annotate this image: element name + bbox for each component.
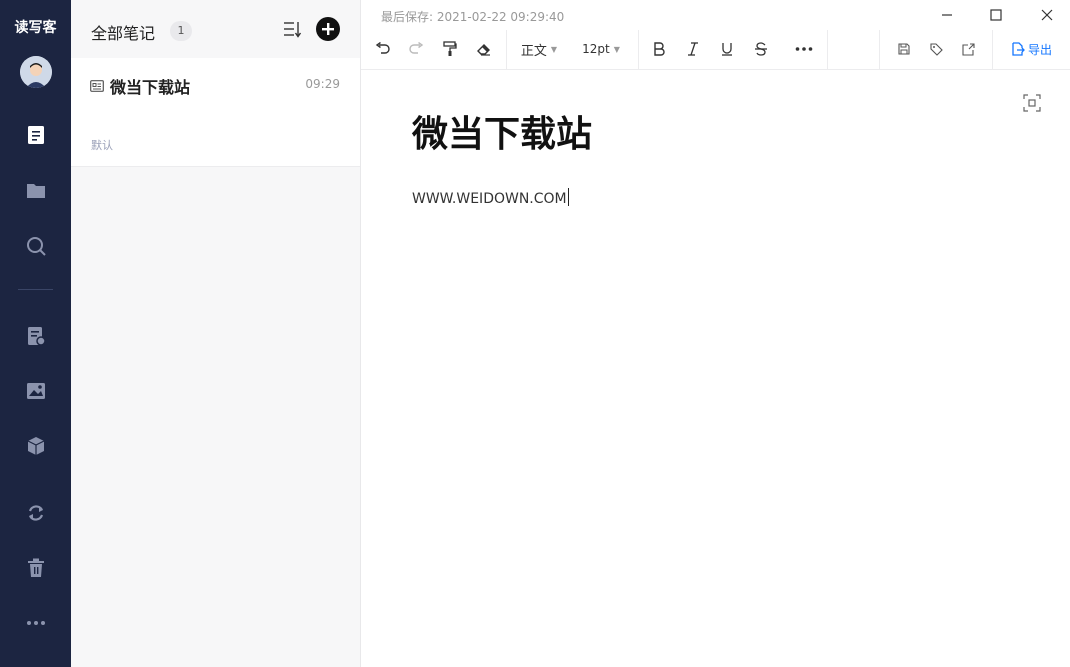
export-icon xyxy=(1012,42,1025,56)
share-icon xyxy=(961,42,975,56)
save-icon xyxy=(898,43,910,55)
document-body[interactable]: WWW.WEIDOWN.COM xyxy=(412,188,569,207)
nav-more[interactable] xyxy=(20,607,52,639)
underline-icon xyxy=(722,43,732,56)
more-icon xyxy=(27,621,45,625)
nav-notes[interactable] xyxy=(20,119,52,151)
close-icon xyxy=(1041,9,1053,21)
chevron-down-icon: ▼ xyxy=(613,44,620,54)
note-comment-icon xyxy=(28,327,46,346)
close-button[interactable] xyxy=(1033,4,1061,26)
minimize-button[interactable] xyxy=(933,4,961,26)
note-title: 微当下载站 xyxy=(110,78,191,97)
folder-icon xyxy=(27,184,45,198)
cube-icon xyxy=(27,437,45,455)
nav-sync[interactable] xyxy=(20,497,52,529)
app-logo: 读写客 xyxy=(14,20,57,36)
more-format-button[interactable] xyxy=(793,38,815,60)
export-button[interactable]: 导出 xyxy=(1009,38,1055,60)
minimize-icon xyxy=(942,14,952,16)
undo-icon xyxy=(375,42,390,54)
fullscreen-icon xyxy=(1023,94,1041,112)
search-icon xyxy=(27,237,46,256)
italic-icon xyxy=(688,42,698,56)
note-list-title: 全部笔记 xyxy=(91,24,156,43)
note-list-header: 全部笔记 1 xyxy=(71,0,360,58)
nav-images[interactable] xyxy=(20,375,52,407)
paragraph-style-label: 正文 xyxy=(520,43,547,59)
note-folder-tag: 默认 xyxy=(91,139,113,152)
underline-button[interactable] xyxy=(717,38,737,60)
export-label: 导出 xyxy=(1027,42,1052,57)
rail-divider xyxy=(18,289,53,290)
format-painter-button[interactable] xyxy=(440,38,460,60)
maximize-button[interactable] xyxy=(982,4,1010,26)
clear-format-button[interactable] xyxy=(474,38,494,60)
note-icon xyxy=(28,126,44,144)
toolbar-divider xyxy=(992,30,993,69)
left-nav-rail: 读写客 xyxy=(0,0,71,667)
italic-button[interactable] xyxy=(683,38,703,60)
add-note-button[interactable] xyxy=(316,17,340,41)
document-icon xyxy=(90,79,104,93)
sync-icon xyxy=(28,505,44,521)
list-item[interactable]: 微当下载站 09:29 默认 xyxy=(71,58,360,167)
nav-note-comment[interactable] xyxy=(20,320,52,352)
note-count-badge: 1 xyxy=(170,21,192,41)
paragraph-style-select[interactable]: 正文 ▼ xyxy=(519,38,559,60)
redo-icon xyxy=(409,42,424,54)
text-cursor xyxy=(567,188,569,206)
document-body-text: WWW.WEIDOWN.COM xyxy=(412,191,567,207)
editor-pane: 最后保存: 2021-02-22 09:29:40 正文 ▼ 12pt ▼ 导出… xyxy=(361,0,1070,667)
nav-search[interactable] xyxy=(20,230,52,262)
format-painter-icon xyxy=(443,41,457,56)
bold-button[interactable] xyxy=(649,38,669,60)
nav-folders[interactable] xyxy=(20,174,52,206)
save-button[interactable] xyxy=(894,38,914,60)
toolbar-divider xyxy=(827,30,828,69)
note-time: 09:29 xyxy=(305,77,340,91)
chevron-down-icon: ▼ xyxy=(550,44,558,54)
sort-button[interactable] xyxy=(282,19,302,39)
trash-icon xyxy=(28,558,44,577)
toolbar-divider xyxy=(506,30,507,69)
strikethrough-icon xyxy=(755,42,767,56)
avatar[interactable] xyxy=(20,56,52,88)
toolbar-divider xyxy=(638,30,639,69)
plus-icon xyxy=(322,23,334,35)
nav-packages[interactable] xyxy=(20,430,52,462)
strikethrough-button[interactable] xyxy=(751,38,771,60)
tag-button[interactable] xyxy=(926,38,946,60)
fullscreen-button[interactable] xyxy=(1023,94,1041,112)
more-icon xyxy=(795,47,813,51)
nav-trash[interactable] xyxy=(20,552,52,584)
maximize-icon xyxy=(990,9,1002,21)
avatar-icon xyxy=(20,56,52,88)
undo-button[interactable] xyxy=(373,38,393,60)
editor-toolbar: 正文 ▼ 12pt ▼ 导出 xyxy=(361,30,1070,70)
eraser-icon xyxy=(477,44,490,56)
save-status: 最后保存: 2021-02-22 09:29:40 xyxy=(381,10,565,24)
font-size-select[interactable]: 12pt ▼ xyxy=(581,38,621,60)
sort-icon xyxy=(284,22,302,38)
toolbar-divider xyxy=(879,30,880,69)
image-icon xyxy=(27,383,45,399)
tag-icon xyxy=(929,42,943,56)
share-button[interactable] xyxy=(958,38,978,60)
redo-button[interactable] xyxy=(406,38,426,60)
bold-icon xyxy=(654,42,665,56)
font-size-label: 12pt xyxy=(582,42,610,56)
document-heading[interactable]: 微当下载站 xyxy=(412,105,592,157)
note-list-panel: 全部笔记 1 微当下载站 09:29 默认 xyxy=(71,0,361,667)
